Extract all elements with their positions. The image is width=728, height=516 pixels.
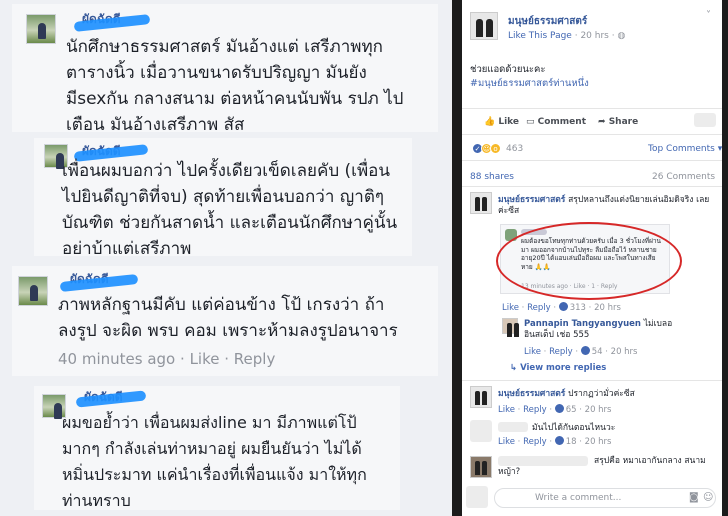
redacted-name [498,422,528,432]
reply-link[interactable]: Reply [234,350,276,368]
highlight-ellipse [496,222,682,300]
comments-count[interactable]: 26 Comments [652,172,715,182]
comment-time[interactable]: 20 hrs [594,303,621,313]
top-comments-dropdown[interactable]: Top Comments ▾ [648,144,722,154]
comment-meta: 40 minutes ago · Like · Reply [58,350,276,368]
thumbs-up-icon: 👍 [484,117,499,127]
like-count[interactable]: 54 [592,347,603,357]
comment-4-text: สรุปคือ หมาเอากันกลาง สนามหญ้า? [498,456,706,477]
reply-link[interactable]: Reply [523,405,547,415]
page-name[interactable]: มนุษย์ธรรมศาสตร์ [508,14,587,29]
commenter-name[interactable]: มนุษย์ธรรมศาสตร์ [498,389,565,399]
post-card: มนุษย์ธรรมศาสตร์ Like This Page · 20 hrs… [462,0,722,516]
like-button[interactable]: 👍 Like [484,117,519,127]
reply-link[interactable]: Reply [527,303,551,313]
like-link[interactable]: Like [502,303,519,313]
view-more-replies[interactable]: ↳ View more replies [510,363,606,373]
post-time[interactable]: 20 hrs [580,31,608,41]
like-count[interactable]: 65 [566,405,577,415]
share-icon: ➦ [598,117,609,127]
commenter-avatar[interactable] [502,318,519,337]
comment-2: มนุษย์ธรรมศาสตร์ ปรากฏว่ามั่วค่ะซีส [498,389,635,399]
facebook-post-panel: มนุษย์ธรรมศาสตร์ Like This Page · 20 hrs… [452,0,728,516]
redacted-avatar [466,486,488,508]
comment-text: ภาพหลักฐานมีคับ แต่ค่อนข้าง โป้ เกรงว่า … [58,295,398,341]
reply-link[interactable]: Reply [549,347,573,357]
zoomed-comments-panel: ผัดฉัดดี นักศึกษาธรรมศาสตร์ มันอ้างแต่ เ… [0,0,452,516]
reply-1: Pannapin Tangyangyuen ไม่เบลออินสเต็ป เช… [524,319,673,340]
post-hashtag[interactable]: #มนุษย์ธรรมศาสตร์ท่านหนึ่ง [470,76,589,91]
like-count-icon [580,346,590,355]
comment-icon: ▭ [526,117,538,127]
comment-text: เพื่อนผมบอกว่า ไปครั้งเดียวเข็ดเลยคับ (เ… [62,161,398,259]
comment-text: นักศึกษาธรรมศาสตร์ มันอ้างแต่ เสรีภาพทุก… [66,37,404,135]
redacted-avatar [694,113,716,127]
like-count-icon [558,302,568,311]
avatar[interactable] [18,276,48,306]
comment-1: มนุษย์ธรรมศาสตร์ สรุปหลานถึงแต่งนิยายเล่… [498,195,710,216]
comment-time[interactable]: 20 hrs [611,347,638,357]
redacted-avatar [470,420,492,442]
post-subheader: Like This Page · 20 hrs · ◍ [508,31,626,41]
page-avatar[interactable] [470,12,498,40]
post-options-icon[interactable]: ˅ [706,10,711,21]
write-comment-input[interactable]: Write a comment... ◙ ☺ [494,488,716,508]
like-count-icon [554,436,564,445]
emoji-icon[interactable]: ☺ [703,492,713,503]
zoom-comment-1: ผัดฉัดดี นักศึกษาธรรมศาสตร์ มันอ้างแต่ เ… [12,4,438,135]
post-caption: ช่วยแอดด้วยนะคะ [470,64,546,75]
avatar[interactable] [26,14,56,44]
comment-button[interactable]: ▭ Comment [526,117,586,127]
commenter-avatar[interactable] [470,386,492,408]
commenter-avatar[interactable] [470,456,492,478]
commenter-name[interactable]: มนุษย์ธรรมศาสตร์ [498,195,565,205]
share-button[interactable]: ➦ Share [598,117,638,127]
reply-link[interactable]: Reply [523,437,547,447]
comment-time[interactable]: 20 hrs [585,405,612,415]
commenter-name[interactable]: Pannapin Tangyangyuen [524,319,641,329]
comment-actions: Like · Reply · 18 · 20 hrs [498,436,612,447]
commenter-avatar[interactable] [470,192,492,214]
shares-count[interactable]: 88 shares [470,172,514,182]
zoom-comment-4: ผัดฉัดดี ผมขอย้ำว่า เพื่อนผมส่งline มา ม… [34,386,400,510]
comment-actions: Like · Reply · 313 · 20 hrs [502,302,621,313]
zoom-comment-3: ผัดฉัดดี ภาพหลักฐานมีคับ แต่ค่อนข้าง โป้… [12,266,438,376]
comment-3-text: มันไปได้กันตอนไหนวะ [532,423,616,433]
like-page-link[interactable]: Like This Page [508,31,572,41]
comment-text: ผมขอย้ำว่า เพื่อนผมส่งline มา มีภาพแต่โป… [62,413,367,510]
globe-icon: · ◍ [611,31,626,41]
comment-time[interactable]: 20 hrs [585,437,612,447]
timestamp: 40 minutes ago [58,350,176,368]
like-link[interactable]: Like [190,350,220,368]
like-link[interactable]: Like [524,347,541,357]
like-link[interactable]: Like [498,437,515,447]
like-count[interactable]: 313 [570,303,586,313]
like-count[interactable]: 18 [566,437,577,447]
reaction-count[interactable]: 463 [506,144,523,154]
comment-actions: Like · Reply · 65 · 20 hrs [498,404,612,415]
like-link[interactable]: Like [498,405,515,415]
like-count-icon [554,404,564,413]
wow-reaction-icon: o [490,143,501,154]
reply-actions: Like · Reply · 54 · 20 hrs [524,346,638,357]
zoom-comment-2: ผัดฉัดดี เพื่อนผมบอกว่า ไปครั้งเดียวเข็ด… [34,138,412,259]
camera-icon[interactable]: ◙ [689,492,699,503]
